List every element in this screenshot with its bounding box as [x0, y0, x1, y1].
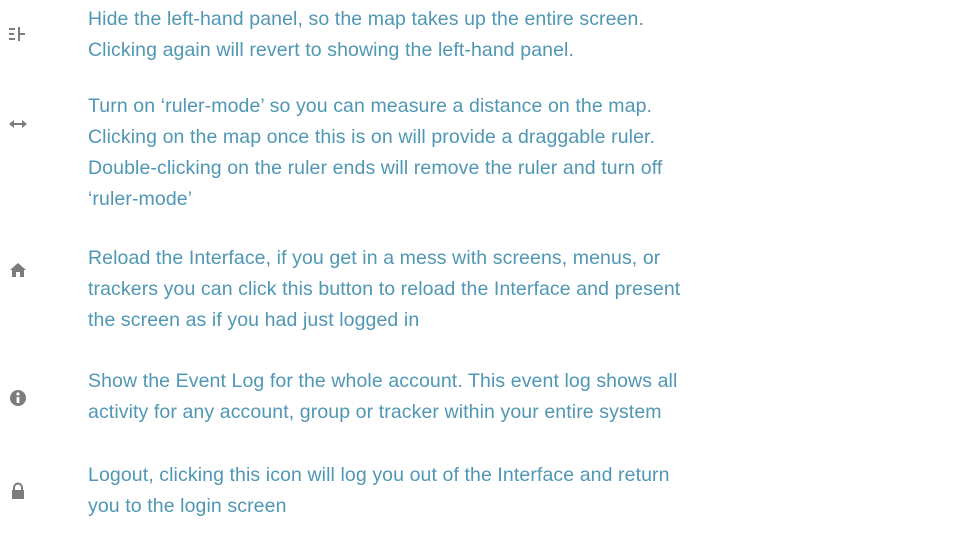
toolbar-help-list: Hide the left-hand panel, so the map tak…	[0, 0, 968, 540]
help-description-event-log: Show the Event Log for the whole account…	[88, 370, 678, 423]
info-icon	[8, 388, 28, 408]
help-description-home: Reload the Interface, if you get in a me…	[88, 247, 681, 331]
ruler-icon	[8, 114, 28, 134]
help-description-logout: Logout, clicking this icon will log you …	[88, 464, 670, 517]
help-description-ruler: Turn on ‘ruler-mode’ so you can measure …	[88, 95, 663, 210]
home-icon	[8, 260, 28, 280]
help-description-hide-panel: Hide the left-hand panel, so the map tak…	[88, 8, 644, 61]
hide-panel-icon	[8, 24, 28, 44]
lock-icon	[8, 481, 28, 501]
